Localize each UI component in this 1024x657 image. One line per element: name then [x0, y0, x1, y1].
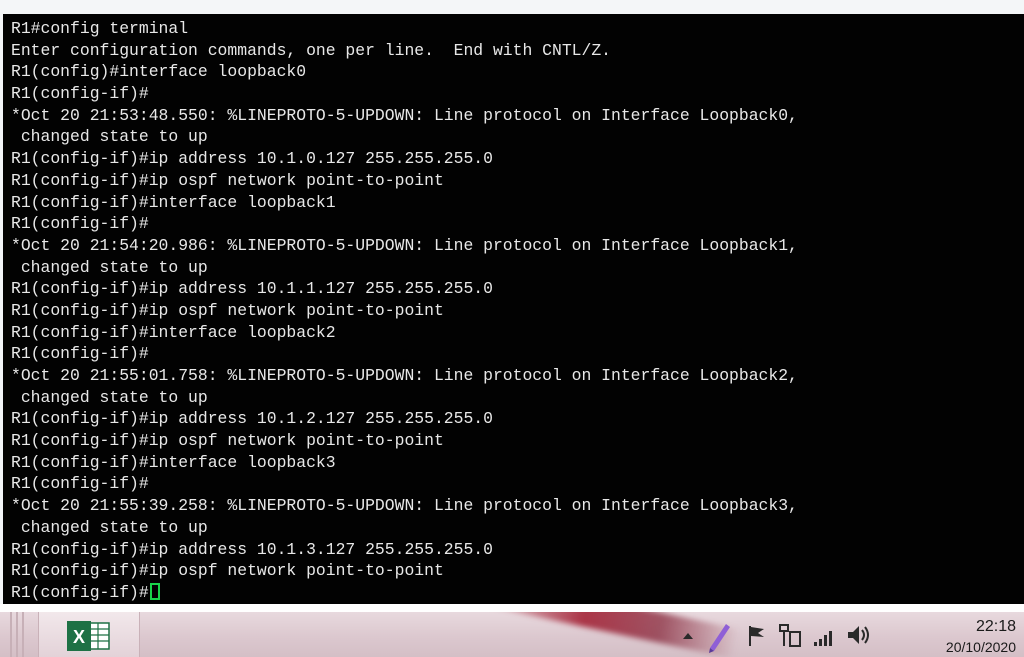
- terminal-line: R1(config-if)#interface loopback3: [11, 452, 336, 472]
- terminal-line: R1(config-if)#ip address 10.1.2.127 255.…: [11, 409, 493, 429]
- terminal-line: changed state to up: [11, 387, 208, 407]
- system-tray: 22:18 20/10/2020: [664, 612, 1024, 657]
- chevron-up-icon[interactable]: [678, 612, 698, 657]
- terminal-line: changed state to up: [11, 127, 208, 147]
- terminal-cursor: [149, 582, 160, 600]
- terminal-prompt-line[interactable]: R1(config-if)#: [11, 582, 1024, 604]
- clock-date[interactable]: 20/10/2020: [916, 639, 1016, 655]
- terminal-line: R1(config-if)#: [11, 344, 149, 364]
- volume-icon[interactable]: [844, 612, 874, 657]
- terminal-line: R1(config-if)#: [11, 474, 149, 494]
- terminal-line: *Oct 20 21:55:01.758: %LINEPROTO-5-UPDOW…: [11, 366, 798, 385]
- terminal-prompt: R1(config-if)#: [11, 582, 149, 602]
- terminal-line: changed state to up: [11, 517, 208, 537]
- terminal-line: *Oct 20 21:53:48.550: %LINEPROTO-5-UPDOW…: [11, 105, 798, 125]
- terminal-line: R1(config-if)#ip ospf network point-to-p…: [11, 561, 444, 581]
- terminal-line: R1(config-if)#ip address 10.1.1.127 255.…: [11, 279, 493, 299]
- screen: R1#config terminal Enter configuration co…: [0, 0, 1024, 657]
- terminal-line: R1(config-if)#ip ospf network point-to-p…: [11, 431, 444, 451]
- terminal-line: R1(config-if)#interface loopback2: [11, 322, 336, 342]
- excel-glyph: X: [73, 627, 85, 647]
- terminal-window[interactable]: R1#config terminal Enter configuration co…: [3, 14, 1024, 604]
- terminal-line: *Oct 20 21:55:39.258: %LINEPROTO-5-UPDOW…: [11, 496, 798, 516]
- taskbar-grip: [16, 612, 18, 657]
- terminal-line: R1(config-if)#ip ospf network point-to-p…: [11, 170, 444, 190]
- terminal-line: Enter configuration commands, one per li…: [11, 40, 611, 60]
- terminal-line: R1(config-if)#: [11, 84, 149, 104]
- taskbar-top-border: [0, 604, 1024, 612]
- taskbar-grip: [22, 612, 24, 657]
- terminal-line: R1(config-if)#interface loopback1: [11, 192, 336, 212]
- excel-icon: X: [67, 621, 110, 651]
- terminal-line: changed state to up: [11, 257, 208, 277]
- terminal-line: R1(config-if)#: [11, 214, 149, 234]
- taskbar: X 22:18 20/10/2020: [0, 612, 1024, 657]
- terminal-line: R1#config terminal: [11, 19, 189, 38]
- network-icon[interactable]: [776, 612, 804, 657]
- taskbar-grip: [10, 612, 12, 657]
- terminal-line: R1(config-if)#ip address 10.1.3.127 255.…: [11, 539, 493, 559]
- terminal-line: *Oct 20 21:54:20.986: %LINEPROTO-5-UPDOW…: [11, 235, 798, 255]
- taskbar-app-excel[interactable]: X: [38, 612, 140, 657]
- pen-icon[interactable]: [704, 612, 734, 657]
- clock-time[interactable]: 22:18: [916, 618, 1016, 636]
- terminal-line: R1(config-if)#ip address 10.1.0.127 255.…: [11, 149, 493, 169]
- terminal-line: R1(config-if)#ip ospf network point-to-p…: [11, 300, 444, 320]
- signal-icon[interactable]: [810, 612, 840, 657]
- terminal-line: R1(config)#interface loopback0: [11, 62, 307, 82]
- terminal-output: R1#config terminal Enter configuration co…: [11, 18, 1024, 582]
- flag-icon[interactable]: [744, 612, 770, 657]
